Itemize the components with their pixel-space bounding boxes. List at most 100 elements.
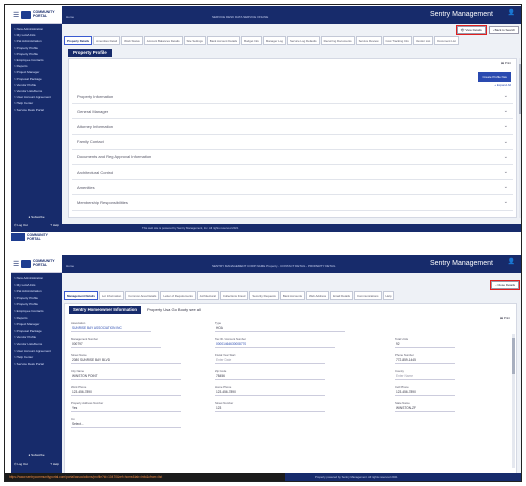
tab[interactable]: Lot Information <box>98 291 125 300</box>
tab[interactable]: Help <box>382 291 395 300</box>
logout-link[interactable]: ⏻ Log Out <box>14 223 28 227</box>
tax-id-field[interactable]: 00001464630008770 <box>215 341 335 348</box>
sidebar-item[interactable]: > Employee Contacts <box>14 308 62 315</box>
tab[interactable]: Account Balances Details <box>143 36 183 45</box>
close-details-button[interactable]: ‹ Close Details <box>490 280 520 290</box>
user-icon[interactable]: 👤 <box>508 9 515 16</box>
tab[interactable]: Vendor List <box>412 36 434 45</box>
sidebar-item[interactable]: > Property Profile <box>14 301 62 308</box>
fiscal-year-field[interactable]: Enter Date <box>215 357 325 364</box>
sidebar-item[interactable]: > Proposal Package <box>14 328 62 335</box>
city-name-field[interactable]: WINSTON POINT <box>71 373 181 380</box>
sidebar-item[interactable]: > Pat Administration <box>14 288 62 295</box>
menu-icon[interactable]: ☰ <box>13 260 19 268</box>
sidebar-item[interactable]: > Vendor Profile <box>14 334 62 341</box>
tab[interactable]: Amenities Detail <box>93 36 121 45</box>
help-link[interactable]: ? Help <box>50 462 59 466</box>
state-name-field[interactable]: WINSTON-ZF <box>395 405 455 412</box>
scrollbar[interactable] <box>519 58 521 218</box>
menu-icon[interactable]: ☰ <box>13 11 19 19</box>
accordion-item[interactable]: General Manager ⌄ <box>72 104 513 120</box>
scrollbar[interactable] <box>512 334 515 468</box>
chevron-down-icon: ⌄ <box>503 123 508 130</box>
user-icon[interactable]: 👤 <box>508 258 515 265</box>
chevron-down-icon: ⌄ <box>503 169 508 176</box>
tab[interactable]: Site Settings <box>183 36 206 45</box>
home-link[interactable]: Home <box>66 15 74 19</box>
expand-all-link[interactable]: + Expand All <box>494 83 511 87</box>
sidebar-item[interactable]: > User Account Agreement <box>14 348 62 355</box>
tab[interactable]: Common Area Details <box>125 291 160 300</box>
accordion-label: Membership Responsibilities <box>77 199 128 205</box>
accordion-item[interactable]: Architectural Control ⌄ <box>72 165 513 181</box>
work-phone-field[interactable]: 123-456-7890 <box>71 389 181 396</box>
form-subtitle: Property Usa Go Booty see all <box>147 307 201 312</box>
sidebar-item[interactable]: > My Lots/Units <box>14 282 62 289</box>
logo-text: COMMUNITY PORTAL <box>33 9 55 18</box>
accordion-label: General Manager <box>77 108 109 114</box>
accordion-item[interactable]: Property Information ⌄ <box>72 89 513 105</box>
form-title: Sentry Homeowner Information <box>69 306 141 314</box>
accordion-item[interactable]: Amenities ⌄ <box>72 180 513 196</box>
tab[interactable]: Letter of Requirements <box>160 291 196 300</box>
accordion-item[interactable]: Membership Responsibilities ⌄ <box>72 195 513 211</box>
logo-mark <box>21 259 31 268</box>
tab[interactable]: Management Details <box>64 291 98 300</box>
tab[interactable]: Architectural <box>196 291 219 300</box>
accordion-item[interactable]: Documents and Reg Approval Information ⌄ <box>72 150 513 165</box>
tab[interactable]: Property Details <box>64 36 93 45</box>
tab[interactable]: Service Review <box>355 36 382 45</box>
chevron-down-icon: ⌄ <box>503 153 508 160</box>
total-units-field[interactable]: 92 <box>395 341 455 348</box>
sidebar-item[interactable]: > New Administration <box>14 275 62 282</box>
logo-text: COMMUNITY PORTAL <box>33 258 55 267</box>
print-button[interactable]: 🖶 Print <box>501 61 511 66</box>
street-number-field[interactable]: 123 <box>215 405 325 412</box>
subscribe-link[interactable]: ● Subscribe <box>14 215 59 219</box>
zip-code-field[interactable]: 78456 <box>215 373 325 380</box>
accordion-item[interactable]: Family Contact ⌄ <box>72 135 513 150</box>
tab[interactable]: Document List <box>434 36 459 45</box>
tab[interactable]: Web Address <box>305 291 330 300</box>
tab[interactable]: Service Log Defaults <box>286 36 320 45</box>
scrollbar-thumb[interactable] <box>519 64 521 114</box>
sidebar-item[interactable]: > Vendor Lists/Items <box>14 341 62 348</box>
sidebar-item[interactable]: > Project Manager <box>14 321 62 328</box>
home-phone-field[interactable]: 123-456-7890 <box>215 389 325 396</box>
sidebar-item[interactable]: > Reports <box>14 315 62 322</box>
view-details-button[interactable]: 👁 View Details <box>455 25 487 35</box>
phone-number-field[interactable]: 772-859-1445 <box>395 357 455 364</box>
back-to-search-button[interactable]: ‹ Back to Search <box>488 26 519 34</box>
tab[interactable]: Work Status <box>121 36 143 45</box>
tab[interactable]: Recurring Documents <box>320 36 355 45</box>
logout-link[interactable]: ⏻ Log Out <box>14 462 28 466</box>
county-field[interactable]: Enter Name <box>395 373 455 380</box>
print-button[interactable]: 🖶 Print <box>500 316 510 321</box>
association-value[interactable]: SUNRISE BAY ASSOCIATION INC <box>71 325 151 332</box>
create-profile-button[interactable]: Create Profile Nav <box>478 72 511 82</box>
type-select[interactable]: HOA <box>215 325 345 332</box>
subscribe-link[interactable]: ● Subscribe <box>14 453 59 457</box>
tab[interactable]: Security Requests <box>249 291 279 300</box>
inv-select[interactable]: Select... <box>71 421 181 428</box>
sidebar-item[interactable]: > Service Desk Portal <box>14 107 62 113</box>
tab[interactable]: Collections Fraud <box>219 291 249 300</box>
tab[interactable]: Cost Tracking Info <box>382 36 412 45</box>
tab[interactable]: Email Details <box>330 291 353 300</box>
sidebar-item[interactable]: > Property Profile <box>14 295 62 302</box>
property-address-select[interactable]: Yes <box>71 405 181 412</box>
help-link[interactable]: ? Help <box>50 223 59 227</box>
management-number-field[interactable]: 000797 <box>71 341 161 348</box>
accordion-item[interactable]: Attorney Information ⌄ <box>72 119 513 135</box>
cell-phone-field[interactable]: 123-456-7890 <box>395 389 455 396</box>
tab[interactable]: Budget Info <box>241 36 262 45</box>
tab[interactable]: Bank Account Details <box>206 36 241 45</box>
home-link[interactable]: Home <box>66 264 74 268</box>
tab[interactable]: Bank Accounts <box>279 291 305 300</box>
sidebar-item[interactable]: > Help Center <box>14 354 62 361</box>
scrollbar-thumb[interactable] <box>512 338 515 374</box>
sidebar-item[interactable]: > Service Desk Portal <box>14 361 62 368</box>
tab[interactable]: Communications <box>353 291 382 300</box>
street-name-field[interactable]: 2080 SUNRISE BAY BLVD <box>71 357 181 364</box>
tab[interactable]: Manager Log <box>262 36 286 45</box>
